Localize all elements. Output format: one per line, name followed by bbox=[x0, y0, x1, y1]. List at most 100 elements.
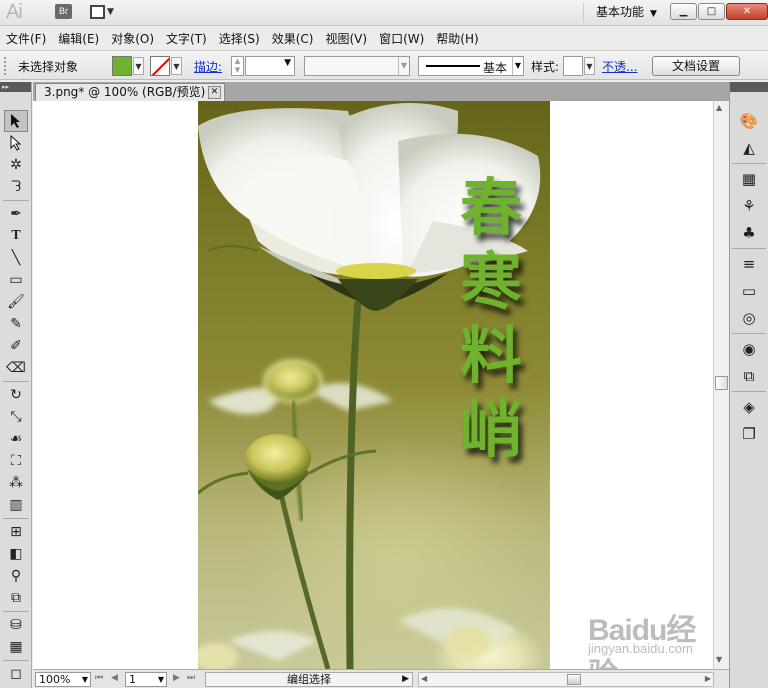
panel-separator bbox=[732, 333, 766, 334]
transparency-panel-icon[interactable]: ◎ bbox=[734, 306, 764, 330]
play-arrow-icon: ▶ bbox=[402, 674, 409, 684]
next-artboard-icon[interactable]: ▶ bbox=[173, 673, 180, 683]
eyedropper-tool-icon[interactable]: ⚲ bbox=[4, 565, 28, 587]
workspace-label: 基本功能 bbox=[596, 5, 645, 19]
artboards-panel-icon[interactable]: ❐ bbox=[734, 422, 764, 446]
brushes-panel-icon[interactable]: ⚘ bbox=[734, 194, 764, 218]
fill-dropdown-arrow[interactable]: ▼ bbox=[133, 57, 144, 75]
zoom-field[interactable]: 100% ▼ bbox=[35, 672, 91, 687]
swatches-panel-icon[interactable]: ▦ bbox=[734, 167, 764, 191]
magic-wand-tool-icon[interactable]: ✲ bbox=[4, 154, 28, 176]
panel-separator bbox=[732, 391, 766, 392]
artboard-navigation-field[interactable]: 1 ▼ bbox=[125, 672, 167, 687]
menu-select[interactable]: 选择(S) bbox=[219, 30, 260, 47]
fill-color-swatch[interactable] bbox=[112, 56, 132, 76]
free-transform-tool-icon[interactable]: ⛶ bbox=[4, 450, 28, 472]
chevron-down-icon: ▼ bbox=[107, 7, 114, 17]
stroke-dropdown-arrow[interactable]: ▼ bbox=[171, 57, 182, 75]
paintbrush-tool-icon[interactable]: 🖌 bbox=[4, 291, 28, 313]
first-artboard-icon[interactable]: ⏮ bbox=[95, 673, 103, 683]
vertical-scrollbar[interactable]: ▲ ▼ bbox=[713, 101, 729, 669]
chevron-down-icon: ▼ bbox=[650, 9, 657, 19]
mesh-tool-icon[interactable]: ⊞ bbox=[4, 521, 28, 543]
bridge-button[interactable]: Br bbox=[55, 4, 72, 19]
artwork-text-group[interactable]: 春 寒 料 峭 bbox=[456, 171, 526, 467]
document-tab[interactable]: 3.png* @ 100% (RGB/预览) ✕ bbox=[35, 83, 225, 101]
minimize-button[interactable]: ▁ bbox=[670, 3, 697, 20]
color-panel-icon[interactable]: 🎨 bbox=[734, 109, 764, 133]
pen-tool-icon[interactable]: ✒ bbox=[4, 203, 28, 225]
control-bar-grip[interactable] bbox=[4, 57, 8, 75]
brush-definition-label: 基本 bbox=[483, 61, 508, 75]
artboard-tool-icon[interactable]: ◻ bbox=[4, 663, 28, 685]
rectangle-tool-icon[interactable]: ▭ bbox=[4, 269, 28, 291]
graphic-style-swatch[interactable] bbox=[563, 56, 583, 76]
menu-effect[interactable]: 效果(C) bbox=[272, 30, 314, 47]
workspace-switcher[interactable]: 基本功能 ▼ bbox=[583, 3, 663, 23]
line-segment-tool-icon[interactable]: ╲ bbox=[4, 247, 28, 269]
panel-dock-grip[interactable] bbox=[730, 82, 768, 92]
watermark-sub: jingyan.baidu.com bbox=[588, 641, 693, 656]
gradient-panel-icon[interactable]: ▭ bbox=[734, 279, 764, 303]
tool-separator bbox=[3, 611, 29, 612]
menu-edit[interactable]: 编辑(E) bbox=[58, 30, 99, 47]
rotate-tool-icon[interactable]: ↻ bbox=[4, 384, 28, 406]
column-graph-tool-icon[interactable]: ▥ bbox=[4, 494, 28, 516]
symbols-panel-icon[interactable]: ♣ bbox=[734, 221, 764, 245]
menu-type[interactable]: 文字(T) bbox=[166, 30, 207, 47]
vertical-scroll-thumb[interactable] bbox=[715, 376, 728, 390]
symbol-sprayer-tool-icon[interactable]: ⁂ bbox=[4, 472, 28, 494]
scroll-down-arrow-icon[interactable]: ▼ bbox=[716, 655, 722, 664]
stroke-color-swatch[interactable] bbox=[150, 56, 170, 76]
scale-tool-icon[interactable]: ⤡ bbox=[4, 406, 28, 428]
canvas-area[interactable]: 春 寒 料 峭 Baidu经验 jingyan.baidu.com bbox=[33, 101, 713, 669]
type-tool-icon[interactable]: T bbox=[4, 225, 28, 247]
menu-view[interactable]: 视图(V) bbox=[325, 30, 367, 47]
direct-selection-tool-icon[interactable] bbox=[4, 132, 28, 154]
selection-status: 未选择对象 bbox=[18, 60, 79, 74]
menu-object[interactable]: 对象(O) bbox=[111, 30, 154, 47]
graphic-styles-panel-icon[interactable]: ⧉ bbox=[734, 364, 764, 388]
pencil-tool-icon[interactable]: ✎ bbox=[4, 313, 28, 335]
menu-file[interactable]: 文件(F) bbox=[6, 30, 46, 47]
stroke-weight-field[interactable]: ▼ bbox=[245, 56, 295, 76]
gradient-tool-icon[interactable]: ◧ bbox=[4, 543, 28, 565]
color-guide-panel-icon[interactable]: ◭ bbox=[734, 136, 764, 160]
maximize-button[interactable]: □ bbox=[698, 3, 725, 20]
lasso-tool-icon[interactable]: ᘊ bbox=[4, 176, 28, 198]
stroke-weight-spinner[interactable]: ▲ ▼ bbox=[231, 56, 244, 76]
eraser-tool-icon[interactable]: ⌫ bbox=[4, 357, 28, 379]
panel-separator bbox=[732, 163, 766, 164]
status-menu[interactable]: 编组选择 ▶ bbox=[205, 672, 413, 687]
variable-width-profile[interactable]: ▼ bbox=[304, 56, 410, 76]
horizontal-scroll-thumb[interactable] bbox=[567, 674, 581, 685]
live-paint-bucket-tool-icon[interactable]: ⛁ bbox=[4, 614, 28, 636]
menu-help[interactable]: 帮助(H) bbox=[436, 30, 478, 47]
close-tab-button[interactable]: ✕ bbox=[208, 86, 221, 99]
selection-tool-icon[interactable] bbox=[4, 110, 28, 132]
artboard-image[interactable]: 春 寒 料 峭 bbox=[198, 101, 550, 669]
document-setup-button[interactable]: 文档设置 bbox=[652, 56, 740, 76]
blob-brush-tool-icon[interactable]: ✐ bbox=[4, 335, 28, 357]
scroll-left-arrow-icon[interactable]: ◀ bbox=[421, 674, 427, 683]
appearance-panel-icon[interactable]: ◉ bbox=[734, 337, 764, 361]
graphic-style-dropdown[interactable]: ▼ bbox=[584, 57, 595, 75]
previous-artboard-icon[interactable]: ◀ bbox=[111, 673, 118, 683]
close-window-button[interactable]: ✕ bbox=[726, 3, 768, 20]
arrange-documents-icon bbox=[90, 5, 105, 19]
scroll-up-arrow-icon[interactable]: ▲ bbox=[716, 103, 722, 112]
layers-panel-icon[interactable]: ◈ bbox=[734, 395, 764, 419]
stroke-panel-link[interactable]: 描边: bbox=[194, 58, 222, 75]
panel-separator bbox=[732, 248, 766, 249]
horizontal-scrollbar[interactable]: ◀ ▶ bbox=[418, 672, 714, 687]
warp-tool-icon[interactable]: ☙ bbox=[4, 428, 28, 450]
blend-tool-icon[interactable]: ⧉ bbox=[4, 587, 28, 609]
live-paint-selection-tool-icon[interactable]: ▦ bbox=[4, 636, 28, 658]
scroll-right-arrow-icon[interactable]: ▶ bbox=[705, 674, 711, 683]
stroke-panel-icon[interactable]: ≡ bbox=[734, 252, 764, 276]
opacity-link[interactable]: 不透... bbox=[602, 58, 637, 75]
tools-panel-grip[interactable]: ▸▸ bbox=[0, 82, 31, 92]
arrange-documents-button[interactable]: ▼ bbox=[90, 4, 122, 20]
last-artboard-icon[interactable]: ⏭ bbox=[187, 673, 195, 683]
menu-window[interactable]: 窗口(W) bbox=[379, 30, 424, 47]
